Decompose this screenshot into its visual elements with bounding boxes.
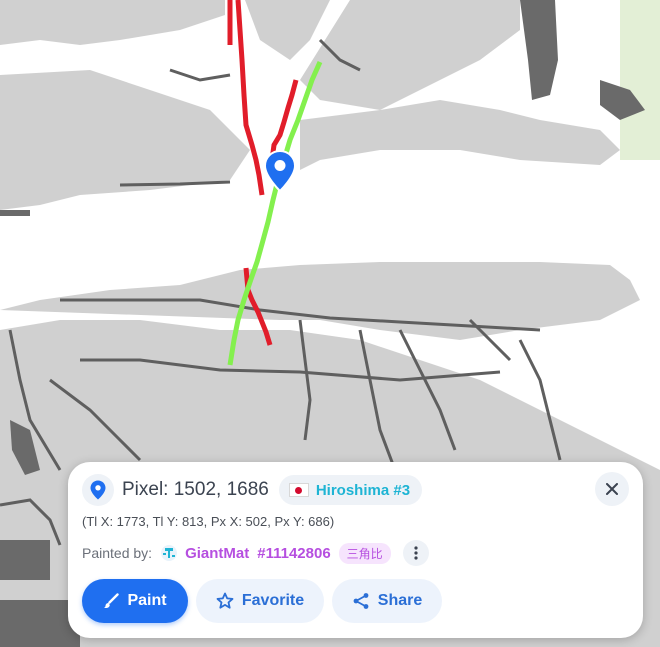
share-button-label: Share — [377, 592, 423, 609]
pixel-header: Pixel: 1502, 1686 Hiroshima #3 — [82, 474, 423, 506]
paint-button-label: Paint — [127, 592, 167, 609]
paint-button[interactable]: Paint — [82, 579, 188, 623]
favorite-button[interactable]: Favorite — [196, 579, 324, 623]
map-pin-icon[interactable] — [263, 149, 297, 193]
more-options-button[interactable] — [402, 540, 429, 566]
close-icon — [606, 483, 618, 495]
action-buttons: Paint Favorite Share — [82, 579, 450, 623]
location-button[interactable] — [82, 474, 114, 506]
painted-by-row: Painted by: GiantMat #11142806 三角比 — [82, 540, 429, 566]
pixel-info-panel: Pixel: 1502, 1686 Hiroshima #3 (Tl X: 17… — [68, 462, 643, 638]
japan-flag-icon — [288, 483, 309, 497]
region-name: Hiroshima #3 — [315, 481, 411, 499]
favorite-button-label: Favorite — [241, 592, 305, 609]
painter-id: #11142806 — [257, 544, 331, 562]
pixel-coordinates-title: Pixel: 1502, 1686 — [122, 479, 269, 500]
close-button[interactable] — [595, 472, 629, 506]
painted-by-label: Painted by: — [82, 545, 153, 561]
location-pin-icon — [90, 480, 106, 500]
painter-name[interactable]: GiantMat — [185, 545, 249, 562]
more-vertical-icon — [414, 546, 418, 560]
brush-icon — [104, 593, 120, 608]
region-badge[interactable]: Hiroshima #3 — [278, 475, 423, 505]
share-button[interactable]: Share — [332, 579, 442, 623]
map-park — [620, 0, 660, 160]
star-icon — [216, 592, 234, 609]
tile-coordinates: (Tl X: 1773, Tl Y: 813, Px X: 502, Px Y:… — [82, 514, 335, 529]
user-avatar-icon — [161, 545, 178, 561]
painter-alliance-tag: 三角比 — [338, 542, 391, 564]
share-icon — [353, 593, 369, 609]
